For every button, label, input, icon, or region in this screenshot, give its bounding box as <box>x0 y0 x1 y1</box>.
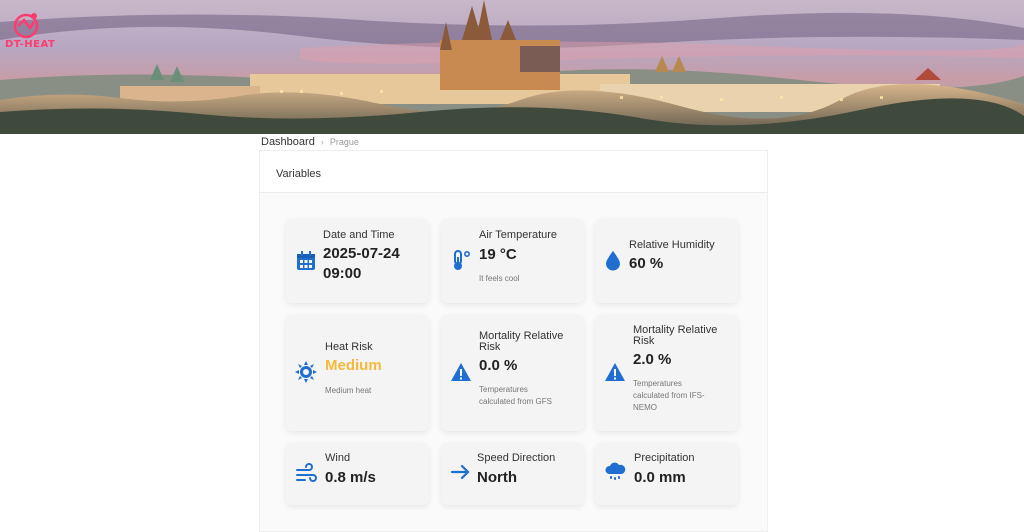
wind-value: 0.8 m/s <box>325 469 376 486</box>
mortality-ifs-note-line2: calculated from IFS- <box>633 391 705 400</box>
heat-risk-value: Medium <box>325 357 382 374</box>
precipitation-card: Precipitation 0.0 mm <box>595 443 738 505</box>
arrow-right-icon <box>450 464 470 480</box>
breadcrumb: Dashboard › Prague <box>261 135 359 149</box>
precipitation-value: 0.0 mm <box>634 469 686 486</box>
mortality-gfs-card: Mortality Relative Risk 0.0 % Temperatur… <box>441 315 584 431</box>
date-time-card: Date and Time 2025-07-24 09:00 <box>286 219 429 303</box>
sun-icon <box>295 361 317 383</box>
brand-logo-text: DT-HEAT <box>5 39 56 50</box>
speed-direction-value: North <box>477 469 517 486</box>
speed-direction-label: Speed Direction <box>477 452 556 464</box>
water-drop-icon <box>606 251 620 271</box>
air-temperature-label: Air Temperature <box>479 229 558 241</box>
heat-risk-card: Heat Risk Medium Medium heat <box>286 315 429 431</box>
header-banner: DT-HEAT <box>0 0 1024 134</box>
wind-icon <box>296 463 317 482</box>
wind-card: Wind 0.8 m/s <box>286 443 429 505</box>
wind-label: Wind <box>325 452 351 464</box>
warning-icon <box>605 363 625 381</box>
panel-header: Variables <box>260 151 767 193</box>
calendar-icon <box>297 251 315 270</box>
relative-humidity-card: Relative Humidity 60 % <box>595 219 738 303</box>
breadcrumb-dashboard[interactable]: Dashboard <box>261 136 315 148</box>
air-temperature-value: 19 °C <box>479 246 517 263</box>
mortality-gfs-value: 0.0 % <box>479 357 518 374</box>
heat-risk-label: Heat Risk <box>325 341 373 353</box>
relative-humidity-label: Relative Humidity <box>629 239 715 251</box>
panel-title: Variables <box>276 168 322 180</box>
mortality-ifs-card: Mortality Relative Risk 2.0 % Temperatur… <box>595 315 738 431</box>
air-temperature-card: Air Temperature 19 °C It feels cool <box>441 219 584 303</box>
mortality-gfs-note-line2: calculated from GFS <box>479 397 552 406</box>
mortality-gfs-note-line1: Temperatures <box>479 385 528 394</box>
prague-skyline-image <box>0 0 1024 134</box>
mortality-ifs-value: 2.0 % <box>633 351 672 368</box>
time-value: 09:00 <box>323 265 362 282</box>
precipitation-label: Precipitation <box>634 452 695 464</box>
speed-direction-card: Speed Direction North <box>441 443 584 505</box>
breadcrumb-prague: Prague <box>329 137 359 147</box>
mortality-ifs-note-line3: NEMO <box>633 403 657 412</box>
air-temperature-note: It feels cool <box>479 274 520 283</box>
rain-cloud-icon <box>605 462 626 480</box>
relative-humidity-value: 60 % <box>629 255 664 272</box>
breadcrumb-separator: › <box>320 137 324 147</box>
date-time-label: Date and Time <box>323 229 395 241</box>
thermometer-icon <box>454 250 471 270</box>
heat-risk-note: Medium heat <box>325 386 372 395</box>
mortality-ifs-label-line2: Risk <box>633 335 655 347</box>
date-value: 2025-07-24 <box>323 245 400 262</box>
mortality-gfs-label-line2: Risk <box>479 341 501 353</box>
warning-icon <box>451 363 471 381</box>
mortality-ifs-note-line1: Temperatures <box>633 379 682 388</box>
